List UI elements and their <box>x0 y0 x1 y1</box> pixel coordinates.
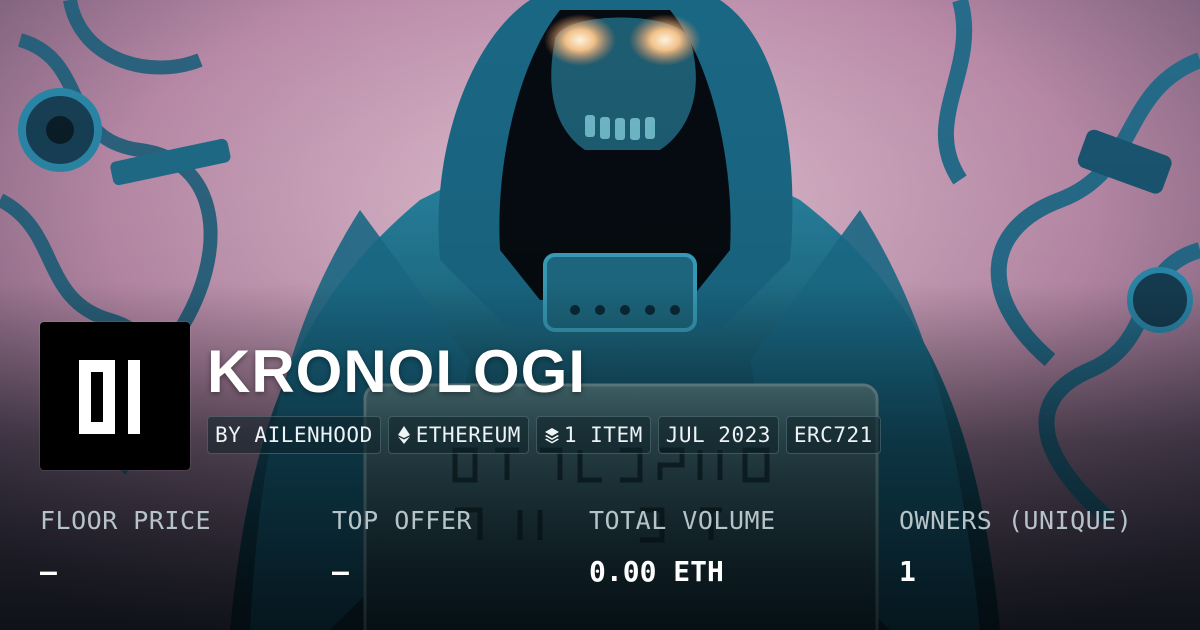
collection-title: KRONOLOGI <box>207 338 586 405</box>
stat-owners: OWNERS (UNIQUE) 1 <box>899 505 1132 589</box>
stat-label: TOTAL VOLUME <box>589 506 776 535</box>
tag-created-date-label: JUL 2023 <box>665 423 771 447</box>
tag-token-standard: ERC721 <box>785 416 881 454</box>
stat-label: TOP OFFER <box>332 506 472 535</box>
tag-chain: ETHEREUM <box>387 416 529 454</box>
stat-value: 1 <box>899 555 916 588</box>
tag-creator[interactable]: BY AILENHOOD <box>207 416 381 454</box>
stat-floor-price: FLOOR PRICE – <box>40 505 211 589</box>
tag-creator-label: BY AILENHOOD <box>215 423 373 447</box>
ethereum-icon <box>396 425 412 445</box>
stat-total-volume: TOTAL VOLUME 0.00 ETH <box>589 505 776 589</box>
collection-logo <box>40 322 190 470</box>
layers-icon <box>544 425 560 445</box>
tag-created-date: JUL 2023 <box>657 416 779 454</box>
stat-value: – <box>332 555 349 588</box>
stat-value: – <box>40 555 57 588</box>
stat-value: 0.00 ETH <box>589 555 724 588</box>
tag-chain-label: ETHEREUM <box>415 423 521 447</box>
stat-label: FLOOR PRICE <box>40 506 212 535</box>
stat-top-offer: TOP OFFER – <box>332 505 472 589</box>
tag-items-label: 1 ITEM <box>563 423 643 447</box>
collection-tags: BY AILENHOOD ETHEREUM 1 ITEM JUL 2023 ER… <box>207 416 881 454</box>
stat-label: OWNERS (UNIQUE) <box>899 506 1133 535</box>
tag-token-standard-label: ERC721 <box>793 423 873 447</box>
tag-items: 1 ITEM <box>535 416 651 454</box>
